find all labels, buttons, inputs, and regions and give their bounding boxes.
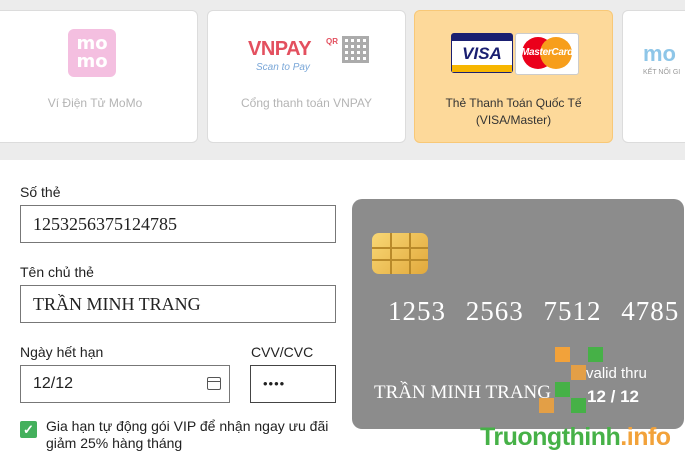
watermark-square xyxy=(571,398,586,413)
watermark-square xyxy=(555,382,570,397)
payment-method-label: Cổng thanh toán VNPAY xyxy=(241,96,372,110)
cvv-input[interactable]: •••• xyxy=(250,365,336,403)
card-preview-holder: TRẦN MINH TRANG xyxy=(374,382,551,403)
card-preview-valid-date: 12 / 12 xyxy=(587,387,639,406)
payment-method-momo[interactable]: mo mo Ví Điện Tử MoMo xyxy=(0,10,198,143)
card-preview-valid-thru: valid thru xyxy=(586,365,647,382)
vnpay-logo-suffix: QR xyxy=(326,37,338,46)
card-preview-number: 1253 2563 7512 4785 xyxy=(388,296,680,326)
watermark-square xyxy=(555,347,570,362)
vnpay-logo-text: VNPAY xyxy=(248,38,312,60)
card-number-input[interactable]: 1253256375124785 xyxy=(20,205,336,243)
partial-logo-subtext: KẾT NỐI GI xyxy=(643,69,681,76)
checkmark-icon: ✓ xyxy=(23,422,34,437)
auto-renew-checkbox[interactable]: ✓ xyxy=(20,421,37,438)
vnpay-logo-icon: VNPAY QR Scan to Pay xyxy=(248,36,369,76)
card-number-label: Số thẻ xyxy=(20,184,61,200)
partial-logo-icon: mo xyxy=(643,41,676,66)
calendar-icon[interactable] xyxy=(207,377,221,390)
expiry-date-value: 12/12 xyxy=(33,375,74,392)
payment-method-international-card[interactable]: VISA MasterCard Thẻ Thanh Toán Quốc Tế (… xyxy=(414,10,613,143)
payment-method-other[interactable]: mo KẾT NỐI GI xyxy=(622,10,685,143)
holder-name-input[interactable]: TRẦN MINH TRANG xyxy=(20,285,336,323)
payment-method-label-line1: Thẻ Thanh Toán Quốc Tế xyxy=(445,96,582,110)
payment-method-vnpay[interactable]: VNPAY QR Scan to Pay Cổng thanh toán VNP… xyxy=(207,10,406,143)
qr-code-icon xyxy=(342,36,369,63)
momo-logo-icon: mo mo xyxy=(68,29,116,77)
visa-logo-icon: VISA xyxy=(451,33,513,73)
auto-renew-text: Gia hạn tự động gói VIP để nhận ngay ưu … xyxy=(46,418,329,451)
payment-method-list: mo mo Ví Điện Tử MoMo VNPAY QR Scan to P… xyxy=(0,0,685,160)
payment-method-label: Ví Điện Tử MoMo xyxy=(47,96,143,110)
card-preview: 1253 2563 7512 4785 TRẦN MINH TRANG vali… xyxy=(352,199,684,429)
payment-method-label-line2: (VISA/Master) xyxy=(475,113,552,127)
mastercard-logo-icon: MasterCard xyxy=(515,33,579,75)
chip-icon xyxy=(372,233,428,274)
watermark-square xyxy=(571,365,586,380)
cvv-label: CVV/CVC xyxy=(251,344,314,360)
vnpay-logo-subtext: Scan to Pay xyxy=(256,62,310,73)
expiry-date-input[interactable]: 12/12 xyxy=(20,365,230,403)
watermark-square xyxy=(588,347,603,362)
expiry-label: Ngày hết hạn xyxy=(20,344,104,360)
holder-name-label: Tên chủ thẻ xyxy=(20,264,94,280)
watermark-logo: Truongthinh.info xyxy=(480,423,671,451)
